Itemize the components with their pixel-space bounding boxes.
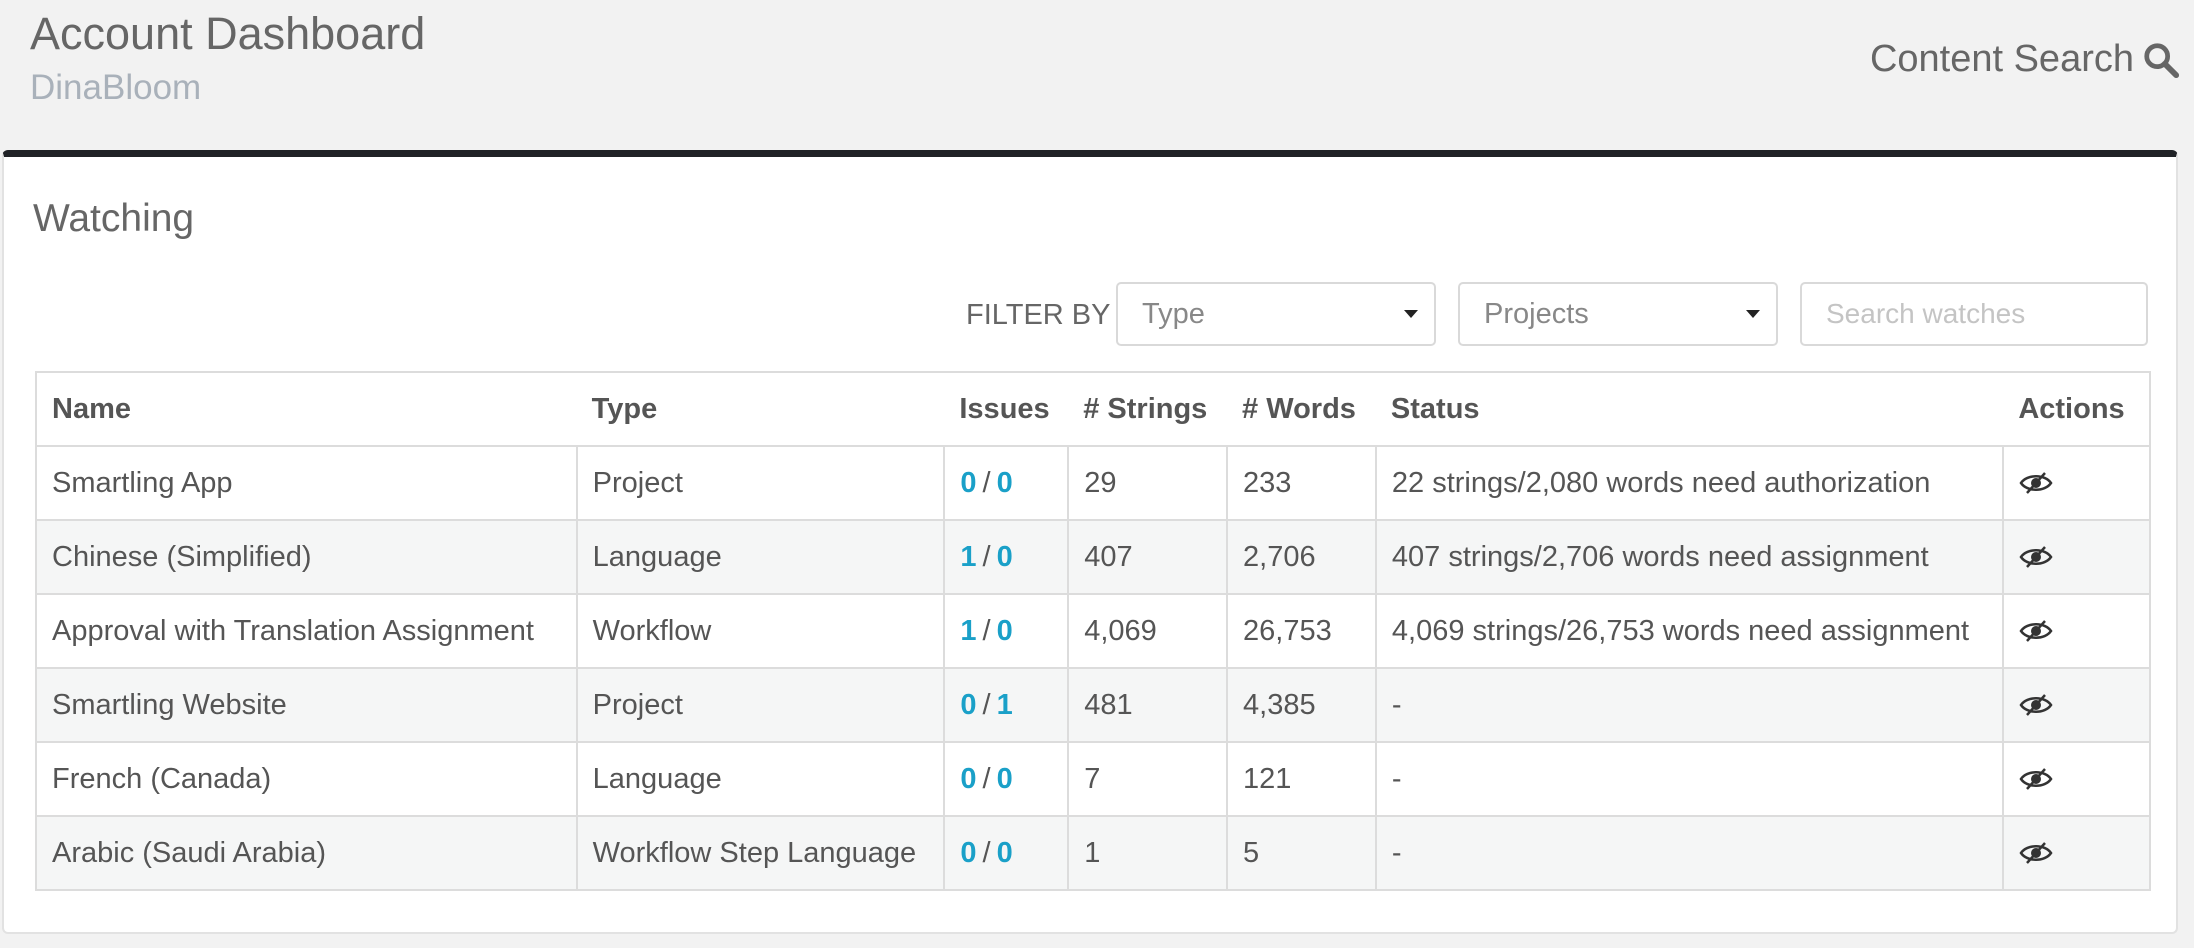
watch-issues: 0/0 — [943, 445, 1070, 521]
issues-separator: / — [982, 836, 991, 869]
table-row: French (Canada) Language 0/0 7 121- — [35, 741, 2151, 817]
projects-select[interactable]: Projects — [1458, 282, 1778, 346]
watch-name[interactable]: Chinese (Simplified) — [35, 519, 578, 595]
eye-slash-icon — [2019, 472, 2053, 494]
unwatch-button[interactable] — [2002, 815, 2151, 891]
table-row: Approval with Translation Assignment Work… — [35, 593, 2151, 669]
open-issues-link[interactable]: 0 — [960, 467, 976, 499]
open-issues-link[interactable]: 1 — [960, 541, 976, 573]
eye-slash-icon — [2019, 694, 2053, 716]
column-header-type[interactable]: Type — [576, 371, 945, 447]
watch-issues: 0/0 — [943, 815, 1070, 891]
issues-separator: / — [982, 614, 991, 647]
column-header-issues[interactable]: Issues — [944, 371, 1069, 447]
open-issues-link[interactable]: 0 — [960, 689, 976, 721]
resolved-issues-link[interactable]: 0 — [997, 467, 1013, 499]
search-icon — [2144, 42, 2180, 78]
watch-words: 4,385 — [1226, 667, 1377, 743]
content-search-link[interactable]: Content Search — [1870, 38, 2180, 81]
resolved-issues-link[interactable]: 0 — [997, 837, 1013, 869]
issues-separator: / — [982, 540, 991, 573]
open-issues-link[interactable]: 0 — [960, 837, 976, 869]
watch-words: 233 — [1226, 445, 1377, 521]
open-issues-link[interactable]: 1 — [960, 615, 976, 647]
unwatch-button[interactable] — [2002, 741, 2151, 817]
watches-table: Name Type Issues # Strings # Words Statu… — [35, 371, 2151, 891]
watch-words: 2,706 — [1226, 519, 1377, 595]
watch-name[interactable]: Arabic (Saudi Arabia) — [35, 815, 578, 891]
issues-separator: / — [982, 688, 991, 721]
account-name: DinaBloom — [30, 68, 202, 107]
column-header-status[interactable]: Status — [1375, 371, 2004, 447]
watch-strings: 4,069 — [1067, 593, 1229, 669]
search-watches-input[interactable] — [1800, 282, 2148, 346]
column-header-words[interactable]: # Words — [1227, 371, 1376, 447]
issues-separator: / — [982, 762, 991, 795]
watch-name[interactable]: French (Canada) — [35, 741, 578, 817]
watch-strings: 29 — [1067, 445, 1229, 521]
watch-type: Project — [575, 667, 946, 743]
watch-type: Project — [575, 445, 946, 521]
column-header-name[interactable]: Name — [35, 371, 577, 447]
watch-strings: 1 — [1067, 815, 1229, 891]
unwatch-button[interactable] — [2002, 593, 2151, 669]
watch-status: - — [1374, 667, 2005, 743]
watching-panel: Watching FILTER BY Type Projects Name Ty… — [2, 150, 2178, 934]
page-title: Account Dashboard — [30, 8, 426, 59]
eye-slash-icon — [2019, 620, 2053, 642]
type-select[interactable]: Type — [1116, 282, 1436, 346]
column-header-actions: Actions — [2003, 371, 2151, 447]
watch-name[interactable]: Approval with Translation Assignment — [35, 593, 578, 669]
table-row: Arabic (Saudi Arabia) Workflow Step Langu… — [35, 815, 2151, 891]
watch-issues: 1/0 — [943, 593, 1070, 669]
watch-name[interactable]: Smartling Website — [35, 667, 578, 743]
watch-type: Workflow Step Language — [575, 815, 946, 891]
watch-type: Workflow — [575, 593, 946, 669]
unwatch-button[interactable] — [2002, 445, 2151, 521]
watch-status: - — [1374, 815, 2005, 891]
watch-strings: 407 — [1067, 519, 1229, 595]
watch-strings: 481 — [1067, 667, 1229, 743]
content-search-label: Content Search — [1869, 38, 2134, 80]
open-issues-link[interactable]: 0 — [960, 763, 976, 795]
resolved-issues-link[interactable]: 0 — [997, 763, 1013, 795]
resolved-issues-link[interactable]: 0 — [997, 541, 1013, 573]
table-row: Smartling App Project 0/0 29 233 22 strings/2… — [35, 445, 2151, 521]
eye-slash-icon — [2019, 768, 2053, 790]
issues-separator: / — [982, 466, 991, 499]
watch-type: Language — [575, 741, 946, 817]
watch-issues: 0/0 — [943, 741, 1070, 817]
watch-issues: 1/0 — [943, 519, 1070, 595]
watch-words: 5 — [1226, 815, 1377, 891]
watch-name[interactable]: Smartling App — [35, 445, 578, 521]
page-header: Account Dashboard DinaBloom Content Sear… — [0, 0, 2194, 150]
eye-slash-icon — [2019, 842, 2053, 864]
type-select-value: Type — [1142, 298, 1205, 330]
watch-words: 26,753 — [1226, 593, 1377, 669]
eye-slash-icon — [2019, 546, 2053, 568]
watch-type: Language — [575, 519, 946, 595]
watch-issues: 0/1 — [943, 667, 1070, 743]
unwatch-button[interactable] — [2002, 519, 2151, 595]
watch-status: - — [1374, 741, 2005, 817]
watch-status: 22 strings/2,080 words need authorizatio… — [1374, 445, 2005, 521]
watch-status: 407 strings/2,706 words need assignment — [1374, 519, 2005, 595]
table-row: Smartling Website Project 0/1 481 4,385- — [35, 667, 2151, 743]
caret-down-icon — [1404, 310, 1418, 318]
column-header-strings[interactable]: # Strings — [1068, 371, 1228, 447]
resolved-issues-link[interactable]: 0 — [997, 615, 1013, 647]
unwatch-button[interactable] — [2002, 667, 2151, 743]
watch-status: 4,069 strings/26,753 words need assignme… — [1374, 593, 2005, 669]
watch-words: 121 — [1226, 741, 1377, 817]
resolved-issues-link[interactable]: 1 — [997, 689, 1013, 721]
watch-strings: 7 — [1067, 741, 1229, 817]
table-row: Chinese (Simplified) Language 1/0 407 2,706 4… — [35, 519, 2151, 595]
projects-select-value: Projects — [1484, 298, 1589, 330]
caret-down-icon — [1746, 310, 1760, 318]
panel-title: Watching — [33, 197, 195, 240]
filter-label: FILTER BY — [966, 299, 1111, 331]
table-header-row: Name Type Issues # Strings # Words Statu… — [35, 371, 2151, 447]
